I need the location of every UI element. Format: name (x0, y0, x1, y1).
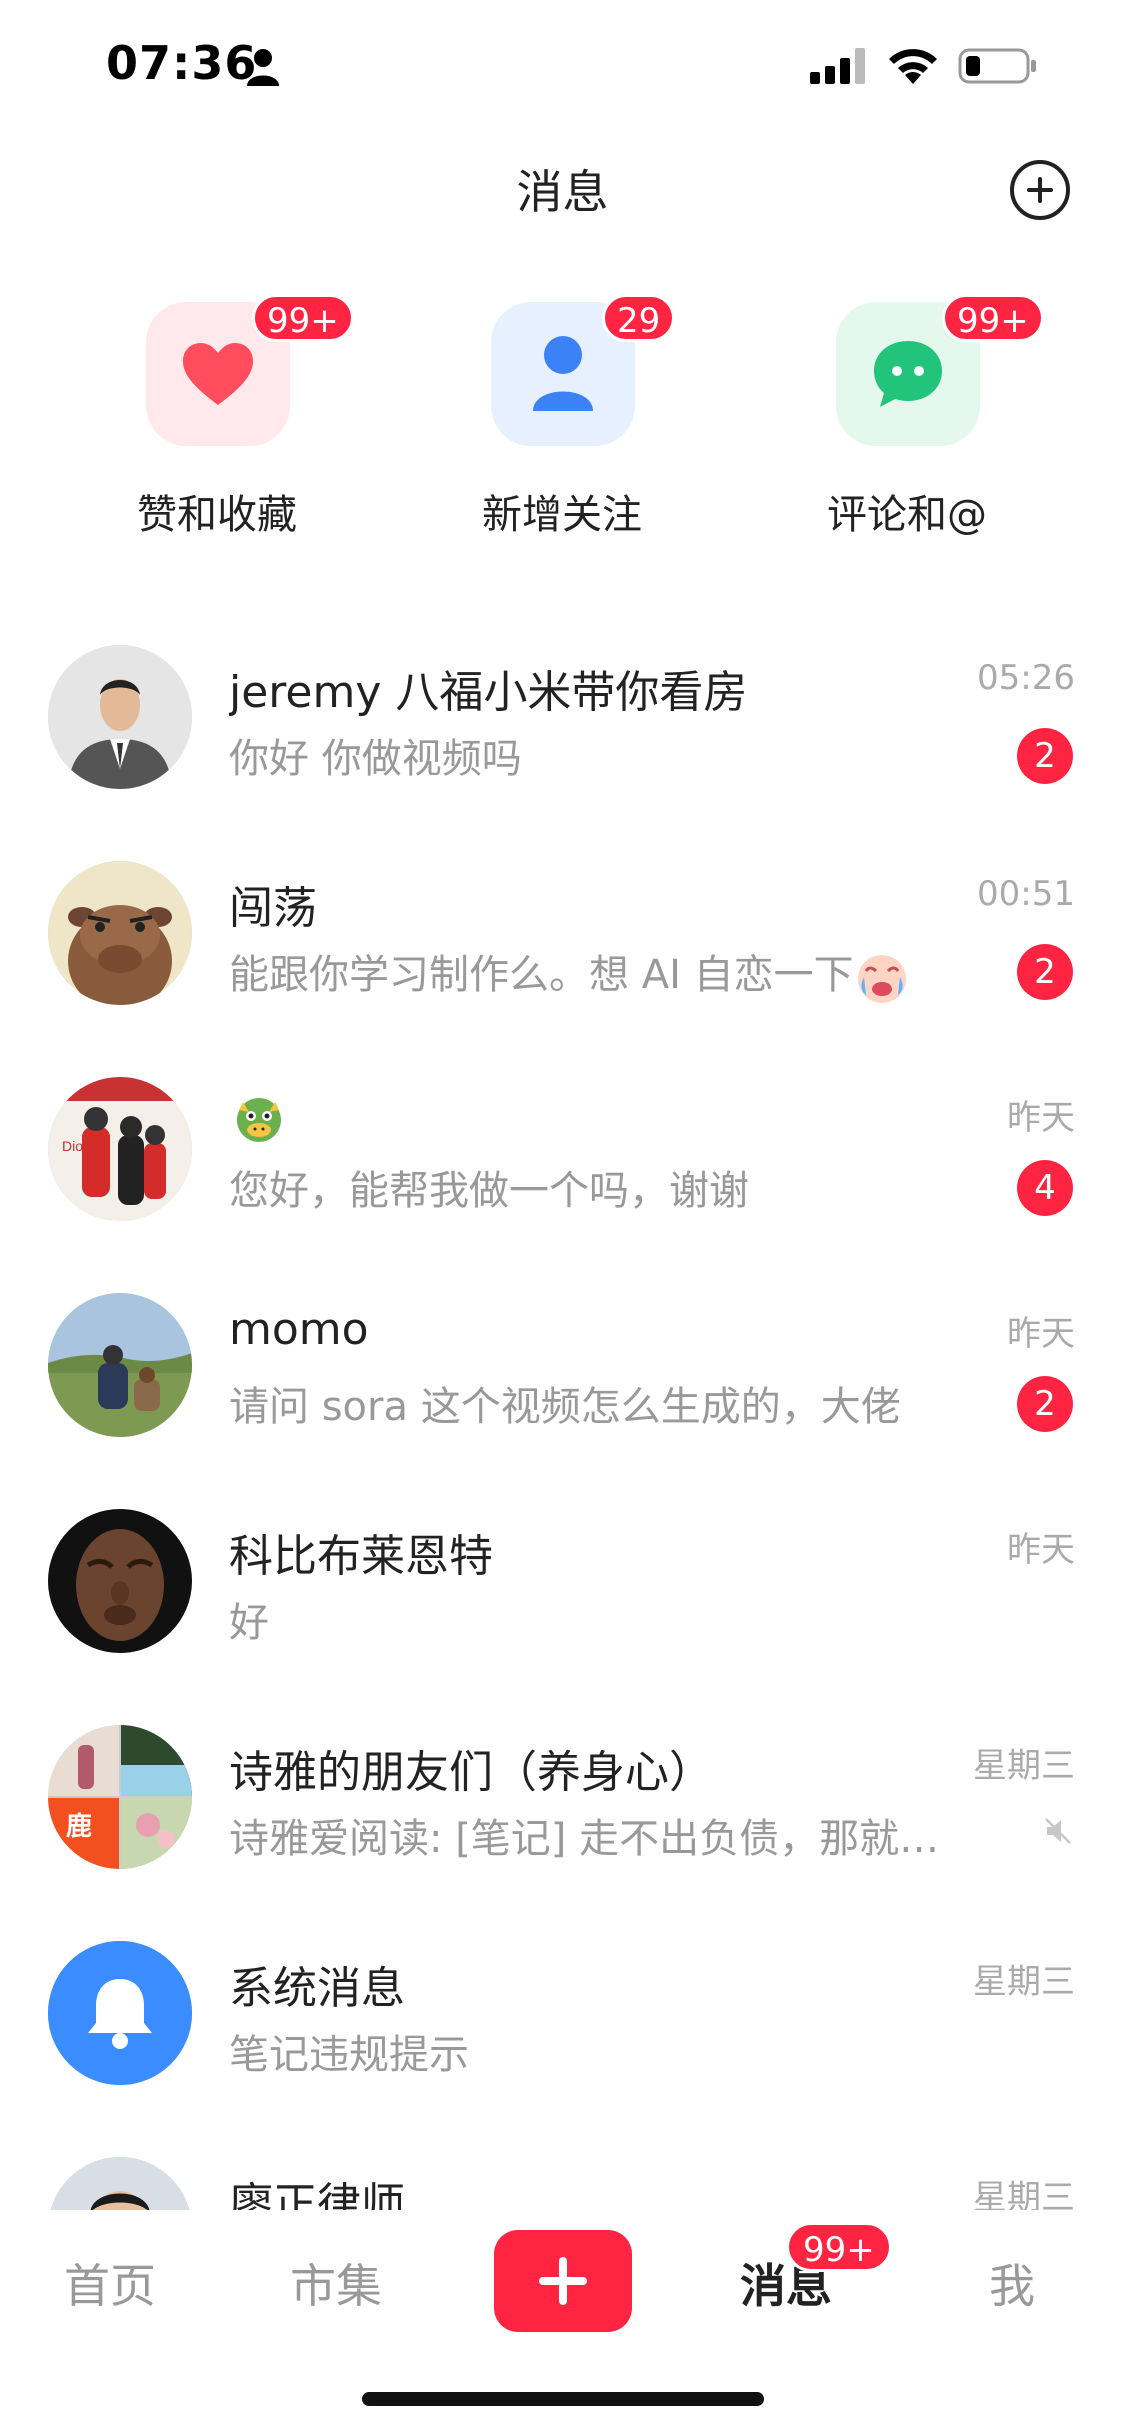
conversation-time: 昨天 (1007, 1098, 1075, 1138)
conversation-name: 科比布莱恩特 (229, 1531, 493, 1582)
avatar (48, 1509, 192, 1653)
conversation-time: 星期三 (973, 1746, 1075, 1786)
conversation-row[interactable]: 廖正律师 星期三 (0, 2132, 1125, 2210)
conversation-name: 闯荡 (229, 883, 317, 934)
conversation-name: momo (229, 1304, 369, 1355)
tab-market[interactable]: 市集 (256, 2250, 416, 2316)
followers-badge: 29 (602, 294, 676, 342)
avatar (48, 1293, 192, 1437)
mute-icon (1045, 1818, 1071, 1844)
status-bar: 07:36 (0, 0, 1125, 130)
battery-icon (958, 48, 1036, 84)
avatar (48, 645, 192, 789)
messages-tab-badge: 99+ (786, 2222, 892, 2272)
conversation-row[interactable]: Dio 您好，能帮我做一个吗，谢谢 昨天 4 (0, 1052, 1125, 1268)
cellular-signal-icon (810, 48, 865, 84)
unread-badge: 2 (1017, 944, 1073, 1000)
conversation-preview: 你好 你做视频吗 (229, 736, 522, 782)
conversation-time: 00:51 (977, 874, 1075, 914)
conversation-list: jeremy 八福小米带你看房 你好 你做视频吗 05:26 2 闯荡 能跟你学… (0, 620, 1125, 2210)
conversation-row[interactable]: momo 请问 sora 这个视频怎么生成的，大佬 昨天 2 (0, 1268, 1125, 1484)
conversation-name (229, 1088, 289, 1148)
system-avatar (48, 1941, 192, 2085)
quick-action-comments-mentions[interactable]: 99+ 评论和@ (777, 294, 1044, 552)
home-indicator[interactable] (362, 2392, 764, 2406)
conversation-row[interactable]: 鹿 诗雅的朋友们（养身心） 诗雅爱阅读: [笔记] 走不出负债，那就… 星期三 (0, 1700, 1125, 1916)
followers-label: 新增关注 (482, 492, 642, 538)
avatar (48, 2157, 192, 2210)
wifi-icon (889, 49, 937, 84)
avatar (48, 861, 192, 1005)
likes-label: 赞和收藏 (137, 492, 297, 538)
conversation-preview-text: 能跟你学习制作么。想 AI 自恋一下 (229, 952, 854, 998)
person-status-icon (247, 49, 279, 86)
svg-text:鹿: 鹿 (66, 1811, 92, 1841)
conversation-preview: 能跟你学习制作么。想 AI 自恋一下 (229, 942, 910, 1005)
avatar: Dio (48, 1077, 192, 1221)
bell-icon (48, 1941, 192, 2085)
conversation-name: 系统消息 (229, 1963, 405, 2014)
tab-me[interactable]: 我 (932, 2250, 1092, 2316)
conversation-time: 昨天 (1007, 1314, 1075, 1354)
conversation-time: 星期三 (973, 1962, 1075, 2002)
conversation-time: 昨天 (1007, 1530, 1075, 1570)
conversation-preview: 您好，能帮我做一个吗，谢谢 (229, 1168, 749, 1214)
conversation-preview: 请问 sora 这个视频怎么生成的，大佬 (229, 1384, 901, 1430)
bottom-tab-bar: 首页 市集 消息 99+ 我 (0, 2210, 1125, 2360)
conversation-preview: 好 (229, 1600, 269, 1646)
add-circle-button[interactable] (1010, 160, 1070, 220)
page-title: 消息 (516, 165, 609, 219)
unread-badge: 2 (1017, 728, 1073, 784)
unread-badge: 2 (1017, 1376, 1073, 1432)
conversation-name: 廖正律师 (229, 2179, 405, 2210)
conversation-row[interactable]: 闯荡 能跟你学习制作么。想 AI 自恋一下 00:51 2 (0, 836, 1125, 1052)
comments-badge: 99+ (942, 294, 1044, 342)
conversation-time: 星期三 (973, 2178, 1075, 2210)
svg-text:Dio: Dio (62, 1138, 83, 1154)
publish-plus-button[interactable] (494, 2230, 632, 2332)
likes-badge: 99+ (252, 294, 354, 342)
quick-action-new-followers[interactable]: 29 新增关注 (432, 294, 692, 552)
unread-badge: 4 (1017, 1160, 1073, 1216)
person-icon (533, 336, 593, 411)
status-time: 07:36 (106, 36, 258, 90)
conversation-time: 05:26 (977, 658, 1075, 698)
group-avatar: 鹿 (48, 1725, 192, 1869)
tab-home[interactable]: 首页 (30, 2250, 190, 2316)
conversation-row[interactable]: 科比布莱恩特 好 昨天 (0, 1484, 1125, 1700)
crying-emoji-icon (857, 955, 906, 1003)
conversation-name: 诗雅的朋友们（养身心） (229, 1747, 713, 1798)
dragon-emoji-icon (237, 1098, 281, 1142)
conversation-name: jeremy 八福小米带你看房 (229, 667, 748, 718)
conversation-preview: 诗雅爱阅读: [笔记] 走不出负债，那就… (229, 1816, 940, 1862)
chat-bubble-icon (874, 341, 942, 407)
messages-screen: 07:36 消息 99+ 赞和收藏 29 新增关注 99+ 评论和@ jerem… (0, 0, 1125, 2436)
heart-icon (183, 343, 253, 405)
comments-label: 评论和@ (827, 492, 987, 538)
header: 消息 (0, 130, 1125, 250)
conversation-row[interactable]: 系统消息 笔记违规提示 星期三 (0, 1916, 1125, 2132)
quick-action-likes-favorites[interactable]: 99+ 赞和收藏 (87, 294, 354, 552)
quick-actions: 99+ 赞和收藏 29 新增关注 99+ 评论和@ (0, 290, 1125, 550)
conversation-row[interactable]: jeremy 八福小米带你看房 你好 你做视频吗 05:26 2 (0, 620, 1125, 836)
conversation-preview: 笔记违规提示 (229, 2032, 469, 2078)
